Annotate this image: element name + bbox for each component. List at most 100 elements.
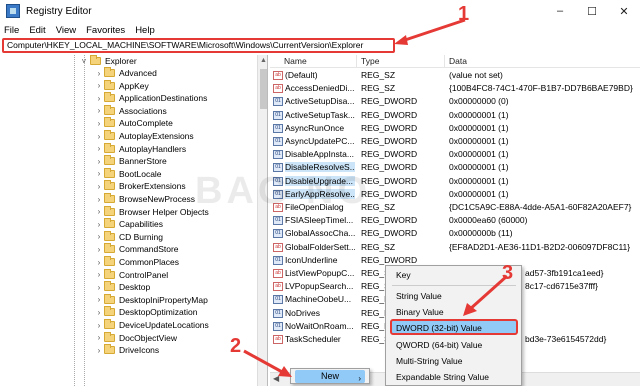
- cell-name: DisableAppInsta...: [285, 149, 354, 160]
- expand-icon[interactable]: ›: [95, 232, 103, 241]
- folder-icon: [104, 130, 115, 140]
- expand-icon[interactable]: ›: [95, 321, 103, 330]
- folder-icon: [104, 268, 115, 279]
- expand-icon[interactable]: ›: [95, 346, 103, 355]
- address-bar[interactable]: Computer\HKEY_LOCAL_MACHINE\SOFTWARE\Mic…: [2, 38, 395, 53]
- table-row[interactable]: 01 DisableAppInsta... REG_DWORD 0x00000001 …: [270, 149, 640, 161]
- cell-name: ActiveSetupDisa...: [285, 96, 355, 107]
- table-row[interactable]: ab GlobalFolderSett... REG_SZ {EF8AD2D1-AE3…: [270, 242, 640, 254]
- tree-item[interactable]: › CommonPlaces: [0, 256, 267, 268]
- folder-icon: [104, 193, 115, 203]
- expand-icon[interactable]: ›: [95, 94, 103, 103]
- scroll-up-icon[interactable]: ▲: [258, 57, 267, 64]
- tree-item[interactable]: › AutoplayExtensions: [0, 130, 267, 142]
- expand-icon[interactable]: ›: [95, 308, 103, 317]
- expand-icon[interactable]: ›: [95, 245, 103, 254]
- folder-icon: [104, 230, 115, 241]
- tree-item[interactable]: › AutoComplete: [0, 117, 267, 129]
- tree-item[interactable]: › Desktop: [0, 281, 267, 293]
- context-item-new[interactable]: New ›: [295, 370, 365, 383]
- expand-icon[interactable]: ›: [95, 270, 103, 279]
- expand-icon[interactable]: ›: [95, 132, 103, 141]
- expand-icon[interactable]: ›: [95, 258, 103, 267]
- tree-item[interactable]: › CD Burning: [0, 230, 267, 243]
- column-header-type[interactable]: Type: [361, 56, 379, 66]
- expand-icon[interactable]: ›: [95, 144, 103, 153]
- table-row[interactable]: ab AccessDeniedDi... REG_SZ {100B4FC8-74C1-…: [270, 83, 640, 95]
- expand-icon[interactable]: ›: [95, 220, 103, 229]
- submenu-item-key[interactable]: Key: [396, 270, 411, 280]
- tree-item-label: BannerStore: [119, 156, 167, 167]
- table-row[interactable]: 01 AsyncUpdatePC... REG_DWORD 0x00000001 (1…: [270, 136, 640, 148]
- cell-name: AsyncUpdatePC...: [285, 136, 355, 146]
- tree-item[interactable]: › DeviceUpdateLocations: [0, 319, 267, 331]
- expand-icon[interactable]: ›: [95, 81, 103, 90]
- minimize-button[interactable]: –: [544, 0, 576, 22]
- tree-item[interactable]: › Associations: [0, 104, 267, 117]
- submenu-item-string-value[interactable]: String Value: [396, 291, 442, 301]
- tree-item-label: ApplicationDestinations: [119, 93, 208, 104]
- expand-icon[interactable]: ›: [95, 119, 103, 128]
- expand-icon[interactable]: ›: [95, 69, 103, 78]
- cell-name: ActiveSetupTask...: [285, 109, 355, 120]
- expand-icon[interactable]: ›: [95, 333, 103, 342]
- maximize-button[interactable]: ☐: [576, 0, 608, 22]
- menu-view[interactable]: View: [56, 25, 76, 36]
- tree-item[interactable]: › CommandStore: [0, 243, 267, 255]
- tree-item[interactable]: › DesktopOptimization: [0, 306, 267, 318]
- folder-icon: [104, 256, 115, 266]
- submenu-item-multi-string-value[interactable]: Multi-String Value: [396, 356, 462, 366]
- tree-item[interactable]: › AutoplayHandlers: [0, 142, 267, 155]
- expand-icon[interactable]: ›: [95, 295, 103, 304]
- menu-help[interactable]: Help: [135, 25, 155, 36]
- menu-edit[interactable]: Edit: [29, 25, 45, 36]
- expand-icon[interactable]: ›: [95, 182, 103, 191]
- table-row[interactable]: 01 GlobalAssocCha... REG_DWORD 0x0000000b (…: [270, 228, 640, 240]
- tree-item[interactable]: › DocObjectView: [0, 331, 267, 344]
- expand-icon[interactable]: ›: [95, 195, 103, 204]
- submenu-item-qword-value[interactable]: QWORD (64-bit) Value: [396, 340, 482, 350]
- menu-favorites[interactable]: Favorites: [86, 25, 125, 36]
- tree-item-explorer[interactable]: ˅ Explorer: [0, 55, 267, 67]
- table-row[interactable]: 01 AsyncRunOnce REG_DWORD 0x00000001 (1): [270, 123, 640, 135]
- cell-type: REG_DWORD: [361, 188, 418, 199]
- table-row[interactable]: 01 FSIASleepTimel... REG_DWORD 0x0000ea60 (…: [270, 215, 640, 227]
- table-row[interactable]: 01 ActiveSetupDisa... REG_DWORD 0x00000000 …: [270, 96, 640, 108]
- column-divider[interactable]: [356, 55, 357, 68]
- expand-icon[interactable]: ›: [95, 283, 103, 292]
- expand-icon[interactable]: ›: [95, 157, 103, 166]
- column-divider[interactable]: [444, 55, 445, 68]
- tree-scrollbar[interactable]: ▲: [257, 55, 267, 386]
- cell-data: 0x00000001 (1): [449, 175, 509, 186]
- menu-file[interactable]: File: [4, 25, 19, 36]
- tree-item[interactable]: › BannerStore: [0, 155, 267, 167]
- scroll-thumb[interactable]: [260, 69, 267, 109]
- tree-item[interactable]: › Advanced: [0, 67, 267, 79]
- tree-item[interactable]: › ControlPanel: [0, 268, 267, 281]
- expand-icon[interactable]: ›: [95, 106, 103, 115]
- tree-item[interactable]: › DesktopIniPropertyMap: [0, 293, 267, 306]
- submenu-item-dword-value[interactable]: DWORD (32-bit) Value: [396, 323, 482, 333]
- tree-item[interactable]: › ApplicationDestinations: [0, 92, 267, 104]
- tree-item[interactable]: › AppKey: [0, 79, 267, 92]
- cell-data: 0x00000001 (1): [449, 149, 509, 160]
- tree-item[interactable]: › DriveIcons: [0, 344, 267, 356]
- tree-item-label: DesktopOptimization: [119, 307, 198, 318]
- table-row[interactable]: 01 ActiveSetupTask... REG_DWORD 0x00000001 …: [270, 110, 640, 122]
- folder-icon: [90, 55, 101, 65]
- submenu-item-binary-value[interactable]: Binary Value: [396, 307, 444, 317]
- table-row[interactable]: ab (Default) REG_SZ (value not set): [270, 70, 640, 82]
- submenu-item-expandable-string-value[interactable]: Expandable String Value: [396, 372, 489, 382]
- column-header-name[interactable]: Name: [284, 56, 307, 66]
- collapse-icon[interactable]: ˅: [80, 57, 88, 66]
- cell-data: {100B4FC8-74C1-470F-B1B7-DD7B6BAE79BD}: [449, 83, 633, 94]
- tree-item-label: ControlPanel: [119, 269, 169, 280]
- cell-data: {DC1C5A9C-E88A-4dde-A5A1-60F82A20AEF7}: [449, 202, 632, 212]
- close-button[interactable]: ✕: [608, 0, 640, 22]
- expand-icon[interactable]: ›: [95, 207, 103, 216]
- cell-type: REG_DWORD: [361, 228, 418, 239]
- cell-name: LVPopupSearch...: [285, 281, 354, 292]
- expand-icon[interactable]: ›: [95, 169, 103, 178]
- column-header-data[interactable]: Data: [449, 56, 467, 66]
- tree-item[interactable]: › Capabilities: [0, 218, 267, 230]
